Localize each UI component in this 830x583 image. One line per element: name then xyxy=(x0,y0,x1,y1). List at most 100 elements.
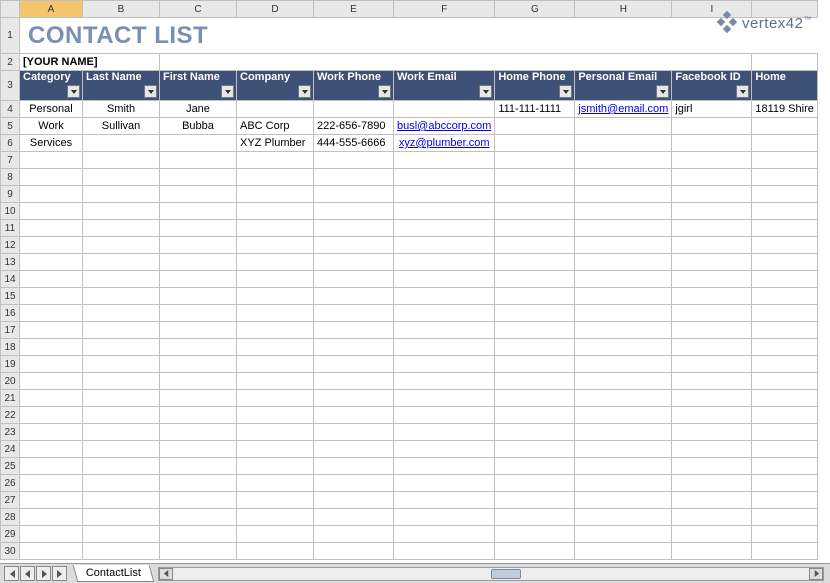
cell[interactable] xyxy=(20,356,83,373)
cell[interactable] xyxy=(575,118,672,135)
filter-dropdown-button[interactable] xyxy=(67,85,80,98)
cell[interactable] xyxy=(575,407,672,424)
row-header[interactable]: 17 xyxy=(1,322,20,339)
row-header[interactable]: 9 xyxy=(1,186,20,203)
cell[interactable] xyxy=(394,101,495,118)
cell[interactable] xyxy=(495,322,575,339)
cell[interactable] xyxy=(495,186,575,203)
filter-dropdown-button[interactable] xyxy=(144,85,157,98)
cell[interactable] xyxy=(752,526,818,543)
cell[interactable] xyxy=(752,203,818,220)
cell[interactable] xyxy=(575,543,672,560)
cell[interactable] xyxy=(237,237,314,254)
cell[interactable] xyxy=(83,288,160,305)
cell[interactable] xyxy=(752,305,818,322)
cell[interactable] xyxy=(314,492,394,509)
cell[interactable] xyxy=(83,254,160,271)
row-header[interactable]: 18 xyxy=(1,339,20,356)
cell[interactable] xyxy=(575,271,672,288)
cell[interactable] xyxy=(314,186,394,203)
cell[interactable] xyxy=(495,237,575,254)
cell[interactable] xyxy=(495,169,575,186)
cell[interactable] xyxy=(575,458,672,475)
cell[interactable] xyxy=(672,475,752,492)
column-header[interactable]: C xyxy=(160,1,237,18)
row-header[interactable]: 6 xyxy=(1,135,20,152)
cell[interactable]: ABC Corp xyxy=(237,118,314,135)
cell[interactable] xyxy=(83,390,160,407)
cell[interactable] xyxy=(314,441,394,458)
cell[interactable] xyxy=(752,373,818,390)
column-header[interactable]: B xyxy=(83,1,160,18)
cell[interactable] xyxy=(495,220,575,237)
cell[interactable] xyxy=(83,305,160,322)
cell[interactable] xyxy=(752,254,818,271)
cell[interactable] xyxy=(495,543,575,560)
cell[interactable] xyxy=(20,475,83,492)
cell[interactable] xyxy=(83,271,160,288)
cell[interactable] xyxy=(160,407,237,424)
column-header[interactable]: H xyxy=(575,1,672,18)
cell[interactable] xyxy=(314,237,394,254)
cell[interactable] xyxy=(314,356,394,373)
cell[interactable] xyxy=(314,254,394,271)
cell[interactable] xyxy=(83,475,160,492)
cell[interactable] xyxy=(672,526,752,543)
cell[interactable] xyxy=(394,407,495,424)
cell[interactable] xyxy=(752,237,818,254)
cell[interactable] xyxy=(237,441,314,458)
cell[interactable] xyxy=(672,509,752,526)
cell[interactable] xyxy=(752,169,818,186)
tab-next-button[interactable] xyxy=(36,566,51,581)
column-header[interactable]: D xyxy=(237,1,314,18)
cell[interactable] xyxy=(495,509,575,526)
cell[interactable] xyxy=(495,254,575,271)
cell[interactable] xyxy=(752,152,818,169)
cell[interactable] xyxy=(160,458,237,475)
cell[interactable] xyxy=(314,373,394,390)
tab-last-button[interactable] xyxy=(52,566,67,581)
cell[interactable] xyxy=(20,390,83,407)
cell[interactable] xyxy=(83,322,160,339)
row-header[interactable]: 24 xyxy=(1,441,20,458)
cell[interactable] xyxy=(83,526,160,543)
cell[interactable] xyxy=(575,509,672,526)
cell[interactable] xyxy=(237,373,314,390)
cell[interactable]: 111-111-1111 xyxy=(495,101,575,118)
cell[interactable]: Work xyxy=(20,118,83,135)
cell[interactable] xyxy=(394,492,495,509)
cell[interactable] xyxy=(160,475,237,492)
cell[interactable] xyxy=(237,288,314,305)
cell[interactable] xyxy=(495,373,575,390)
cell[interactable]: Services xyxy=(20,135,83,152)
cell[interactable] xyxy=(314,543,394,560)
horizontal-scrollbar[interactable] xyxy=(158,567,824,581)
cell[interactable] xyxy=(575,288,672,305)
cell[interactable] xyxy=(495,492,575,509)
cell[interactable]: 444-555-6666 xyxy=(314,135,394,152)
cell[interactable] xyxy=(160,441,237,458)
cell[interactable] xyxy=(575,186,672,203)
cell[interactable] xyxy=(314,458,394,475)
cell[interactable] xyxy=(672,492,752,509)
cell[interactable] xyxy=(394,152,495,169)
cell[interactable] xyxy=(20,424,83,441)
cell[interactable] xyxy=(495,152,575,169)
cell[interactable] xyxy=(237,322,314,339)
cell[interactable] xyxy=(314,526,394,543)
cell[interactable] xyxy=(237,424,314,441)
cell[interactable] xyxy=(672,407,752,424)
cell[interactable] xyxy=(237,526,314,543)
cell[interactable] xyxy=(394,305,495,322)
cell[interactable] xyxy=(314,339,394,356)
cell[interactable] xyxy=(672,254,752,271)
cell[interactable]: Jane xyxy=(160,101,237,118)
cell[interactable] xyxy=(237,152,314,169)
row-header[interactable]: 28 xyxy=(1,509,20,526)
cell[interactable] xyxy=(160,271,237,288)
cell[interactable] xyxy=(83,203,160,220)
cell[interactable] xyxy=(672,135,752,152)
row-header[interactable]: 29 xyxy=(1,526,20,543)
cell[interactable] xyxy=(83,441,160,458)
cell[interactable] xyxy=(83,407,160,424)
